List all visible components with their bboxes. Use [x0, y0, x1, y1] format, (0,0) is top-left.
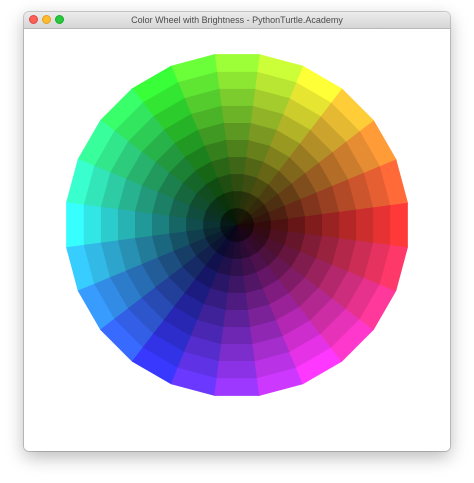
wheel-cell — [373, 204, 391, 246]
wheel-cell — [134, 211, 153, 239]
wheel-cell — [227, 156, 247, 175]
wheel-cell — [223, 122, 251, 141]
wheel-cell — [225, 139, 249, 158]
wheel-cell — [100, 206, 118, 244]
wheel-cell — [66, 202, 84, 248]
color-wheel — [66, 54, 408, 396]
wheel-cell — [287, 215, 306, 235]
wheel-cell — [117, 208, 135, 242]
wheel-cell — [223, 309, 251, 328]
wheel-cell — [216, 71, 258, 89]
wheel-cell — [214, 378, 260, 396]
window-title: Color Wheel with Brightness - PythonTurt… — [131, 15, 343, 25]
wheel-cell — [220, 327, 254, 345]
wheel-cell — [339, 208, 357, 242]
wheel-cell — [356, 206, 374, 244]
turtle-canvas[interactable] — [24, 29, 450, 451]
wheel-cell — [168, 215, 187, 235]
wheel-cell — [304, 213, 323, 237]
wheel-cell — [216, 361, 258, 379]
wheel-cell — [220, 105, 254, 123]
wheel-cell — [214, 54, 260, 72]
wheel-cell — [227, 275, 247, 294]
wheel-cell — [83, 204, 101, 246]
wheel-cell — [218, 88, 256, 106]
wheel-cell — [321, 211, 340, 239]
wheel-cell — [218, 344, 256, 362]
title-bar[interactable]: Color Wheel with Brightness - PythonTurt… — [24, 12, 450, 29]
wheel-cell — [225, 292, 249, 311]
app-window: Color Wheel with Brightness - PythonTurt… — [24, 12, 450, 451]
wheel-cell — [151, 213, 170, 237]
wheel-cell — [390, 202, 408, 248]
